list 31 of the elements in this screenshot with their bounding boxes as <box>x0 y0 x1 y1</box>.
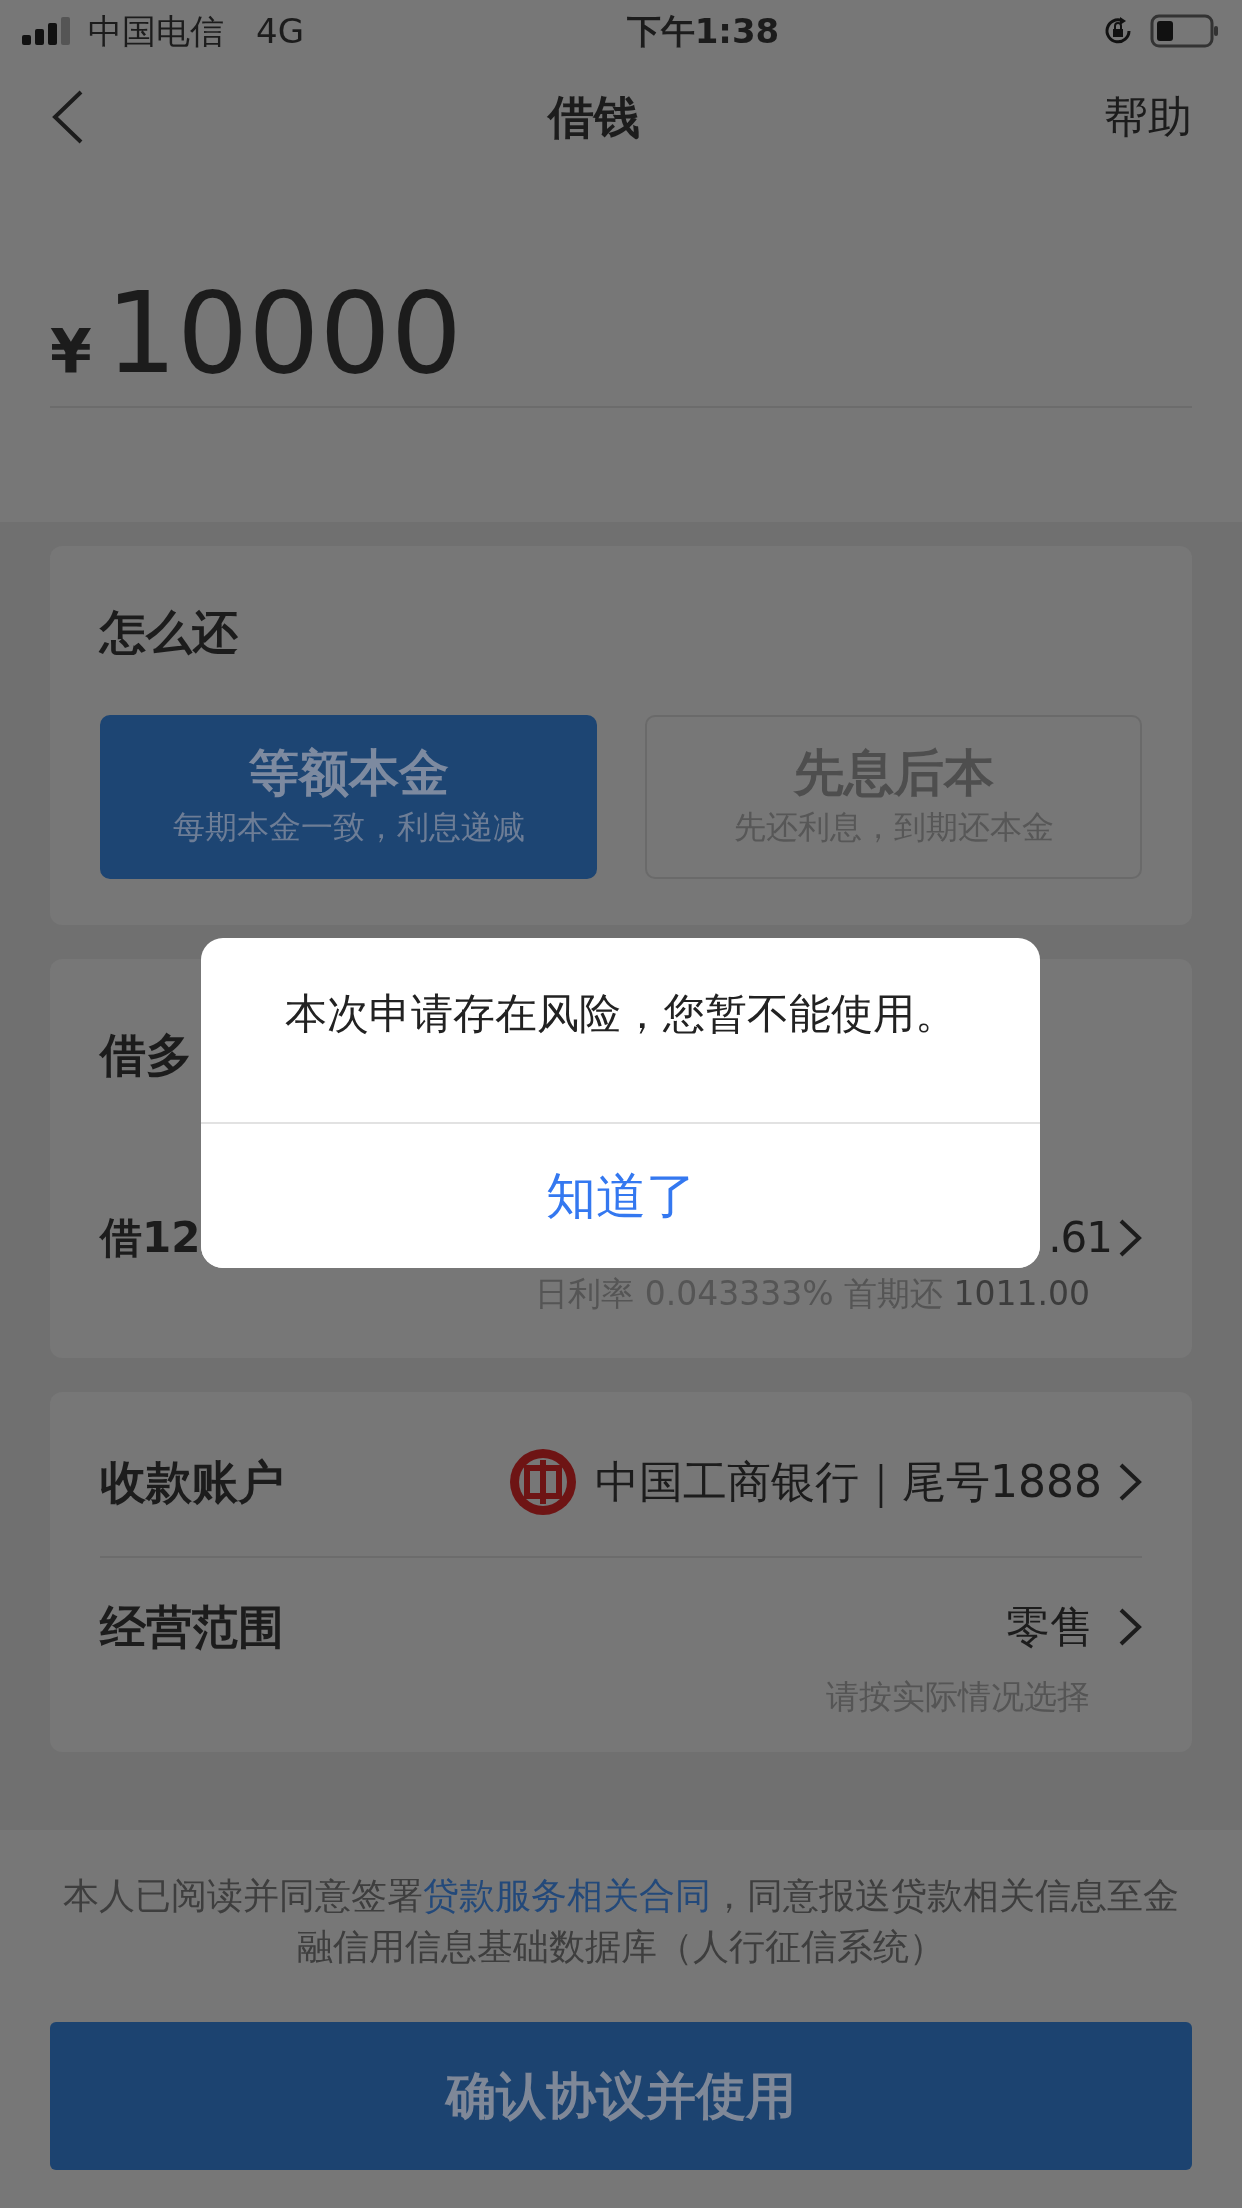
page-title: 借钱 <box>548 88 640 146</box>
scope-value: 零售 <box>1006 1600 1094 1654</box>
carrier-name: 中国电信 <box>88 9 224 53</box>
contract-link[interactable]: 贷款服务相关合同 <box>423 1875 711 1916</box>
dialog-message: 本次申请存在风险，您暂不能使用。 <box>283 988 958 1040</box>
help-link[interactable]: 帮助 <box>1104 84 1192 150</box>
scope-selector[interactable]: 零售 <box>1006 1594 1142 1660</box>
repayment-option[interactable]: 等额本金 每期本金一致，利息递减 <box>100 715 597 879</box>
amount-value: 10000 <box>105 272 463 396</box>
chevron-icon <box>1118 1462 1142 1502</box>
confirm-button[interactable]: 确认协议并使用 <box>50 2022 1192 2171</box>
interest-value: .61 <box>1048 1212 1112 1264</box>
loan-term: 借12 <box>100 1212 201 1264</box>
bank-account: 中国工商银行｜尾号1888 <box>595 1455 1102 1510</box>
consent-text: 本人已阅读并同意签署贷款服务相关合同，同意报送贷款相关信息至金融信用信息基础数据库（人行征信系统） <box>62 1874 1180 1970</box>
chevron-icon <box>1118 1607 1142 1647</box>
section-title: 怎么还 <box>100 604 239 661</box>
clock-time: 下午1:38 <box>626 9 780 53</box>
network-type: 4G <box>256 9 304 53</box>
chevron-icon <box>1118 1217 1142 1258</box>
amount-field[interactable]: ¥10000 <box>50 272 1192 408</box>
bank-logo-icon <box>507 1446 579 1518</box>
row-label: 收款账户 <box>100 1453 284 1511</box>
battery-icon <box>1150 14 1220 48</box>
currency-symbol: ¥ <box>50 315 92 388</box>
back-icon[interactable] <box>50 89 84 145</box>
signal-icon <box>22 17 72 45</box>
account-selector[interactable]: 中国工商银行｜尾号1888 <box>507 1446 1142 1518</box>
row-label: 经营范围 <box>100 1598 284 1656</box>
dialog-button[interactable]: 知道了 <box>201 1122 1040 1268</box>
section-title: 借多 <box>100 1027 192 1084</box>
